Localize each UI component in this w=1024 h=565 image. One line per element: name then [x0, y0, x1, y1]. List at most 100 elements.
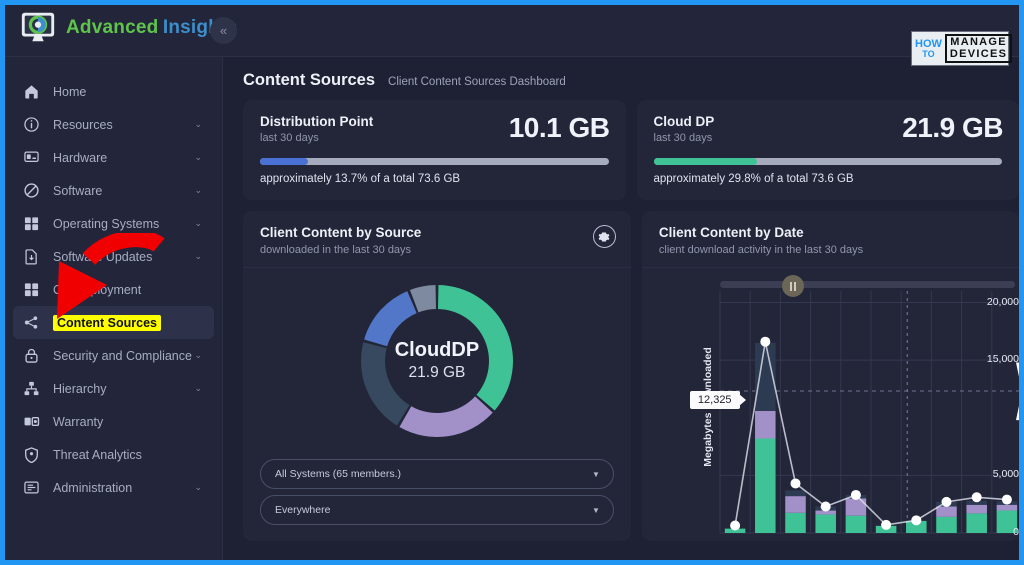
bar-chart-plot: Megabytes Downloaded 05,00015,00020,000 …	[642, 273, 1019, 541]
line-marker[interactable]	[820, 501, 831, 512]
donut-center-label: CloudDP 21.9 GB	[395, 339, 479, 382]
sidebar-item-label: Threat Analytics	[53, 447, 142, 462]
sidebar-item-label: Operating Systems	[53, 216, 160, 231]
kpi-progress-track	[653, 158, 1002, 165]
card-title: Client Content by Date	[658, 225, 804, 240]
kpi-progress-track	[260, 158, 609, 165]
os-icon	[23, 215, 42, 232]
line-marker[interactable]	[911, 515, 922, 526]
sidebar-item-warranty[interactable]: Warranty	[13, 405, 214, 438]
bar-segment[interactable]	[754, 438, 776, 533]
line-marker[interactable]	[941, 496, 952, 507]
sidebar-item-label: Warranty	[53, 414, 104, 429]
line-marker[interactable]	[1001, 494, 1012, 505]
sidebar-item-os-deployment[interactable]: OS Deployment	[13, 273, 214, 306]
line-marker[interactable]	[971, 492, 982, 503]
chevron-down-icon[interactable]: ⌄	[194, 119, 202, 130]
sidebar-item-content-sources[interactable]: Content Sources	[13, 306, 214, 339]
sidebar-item-software-updates[interactable]: Software Updates ⌄	[13, 240, 214, 273]
charts-row: Client Content by Source downloaded in t…	[223, 200, 1019, 541]
gear-icon[interactable]	[592, 225, 616, 248]
kpi-progress-fill	[653, 158, 758, 165]
app-window: Advanced Insights « HOW TO MANAGE DEVICE…	[0, 0, 1024, 565]
sidebar-navigation: Home Resources ⌄ Hardware ⌄ Software ⌄ Operatin…	[5, 57, 223, 560]
sidebar-item-label: Hardware	[53, 150, 108, 165]
chevron-down-icon[interactable]: ⌄	[194, 251, 202, 262]
sidebar-item-operating-systems[interactable]: Operating Systems ⌄	[13, 207, 214, 240]
brand-line-1: Advanced	[66, 17, 159, 39]
chevron-left-icon: «	[219, 23, 228, 38]
sidebar-item-resources[interactable]: Resources ⌄	[13, 108, 214, 141]
line-marker[interactable]	[881, 519, 892, 530]
location-filter-value: Everywhere	[275, 504, 331, 516]
bar-segment[interactable]	[845, 515, 867, 533]
chevron-down-icon[interactable]: ⌄	[194, 185, 202, 196]
info-icon	[23, 116, 42, 133]
watermark-how: HOW	[915, 37, 942, 50]
chevron-down-icon[interactable]: ⌄	[194, 350, 202, 361]
sidebar-item-label: Resources	[53, 117, 113, 132]
kpi-card-distribution-point: Distribution Point last 30 days 10.1 GB …	[243, 100, 626, 200]
content-sources-icon	[23, 314, 42, 331]
donut-segment[interactable]	[364, 290, 417, 346]
lock-icon	[23, 347, 42, 364]
sidebar-item-label: Software Updates	[53, 249, 153, 264]
software-icon	[23, 182, 42, 199]
page-title: Content Sources	[243, 71, 376, 89]
y-axis-tick: 0	[1013, 526, 1019, 538]
chevron-down-icon[interactable]: ⌄	[194, 383, 202, 394]
line-marker[interactable]	[850, 489, 861, 500]
updates-icon	[23, 248, 42, 265]
watermark-howto: HOW TO	[915, 37, 942, 59]
location-filter-dropdown[interactable]: Everywhere ▼	[260, 495, 614, 525]
bar-segment[interactable]	[785, 512, 806, 533]
collection-filter-dropdown[interactable]: All Systems (65 members.) ▼	[260, 459, 614, 489]
sidebar-item-home[interactable]: Home	[13, 75, 214, 108]
sidebar-item-security-and-compliance[interactable]: Security and Compliance ⌄	[13, 339, 214, 372]
card-subtitle: downloaded in the last 30 days	[260, 244, 412, 256]
donut-value: 21.9 GB	[408, 364, 466, 381]
kpi-progress-fill	[260, 158, 308, 165]
donut-label: CloudDP	[394, 339, 480, 361]
kpi-footnote: approximately 13.7% of a total 73.6 GB	[260, 173, 461, 185]
time-range-slider-handle[interactable]	[781, 275, 804, 297]
time-range-slider-track[interactable]	[719, 275, 1015, 297]
sidebar-item-hardware[interactable]: Hardware ⌄	[13, 141, 214, 174]
sidebar-item-label: Software	[53, 183, 103, 198]
donut-segment[interactable]	[399, 395, 493, 437]
sidebar-item-threat-analytics[interactable]: Threat Analytics	[13, 438, 214, 471]
kpi-value: 10.1 GB	[508, 112, 610, 143]
bar-segment[interactable]	[785, 496, 806, 513]
chevron-down-icon[interactable]: ⌄	[194, 482, 202, 493]
kpi-value: 21.9 GB	[902, 112, 1003, 143]
card-subtitle: client download activity in the last 30 …	[658, 244, 864, 256]
chevron-down-icon: ▼	[591, 505, 600, 515]
gear-glyph	[599, 232, 610, 241]
line-marker[interactable]	[790, 478, 801, 489]
sidebar-item-label: Home	[53, 84, 87, 99]
sidebar-item-software[interactable]: Software ⌄	[13, 174, 214, 207]
main-content: Content Sources Client Content Sources D…	[223, 57, 1019, 560]
line-marker[interactable]	[730, 520, 741, 531]
bar-segment[interactable]	[936, 506, 957, 517]
page-header: Content Sources Client Content Sources D…	[223, 57, 1019, 100]
bar-segment[interactable]	[996, 504, 1018, 511]
line-marker[interactable]	[760, 336, 771, 347]
bar-segment[interactable]	[966, 504, 987, 514]
client-content-by-source-card: Client Content by Source downloaded in t…	[243, 211, 631, 541]
sidebar-item-label: Administration	[53, 480, 133, 495]
sidebar-item-hierarchy[interactable]: Hierarchy ⌄	[13, 372, 214, 405]
sidebar-item-administration[interactable]: Administration ⌄	[13, 471, 214, 504]
bar-segment[interactable]	[815, 514, 836, 533]
home-icon	[23, 83, 42, 100]
bar-segment[interactable]	[754, 410, 776, 439]
y-axis-tick: 15,000	[986, 353, 1019, 366]
chevron-down-icon[interactable]: ⌄	[194, 218, 202, 229]
chevron-down-icon[interactable]: ⌄	[194, 152, 202, 163]
chart-tooltip: 12,325	[689, 391, 740, 409]
kpi-card-cloud-dp: Cloud DP last 30 days 21.9 GB approximat…	[636, 100, 1019, 200]
bar-segment[interactable]	[785, 490, 806, 497]
hardware-icon	[23, 149, 42, 166]
y-axis-tick: 20,000	[986, 295, 1019, 308]
sidebar-collapse-button[interactable]: «	[210, 17, 237, 44]
